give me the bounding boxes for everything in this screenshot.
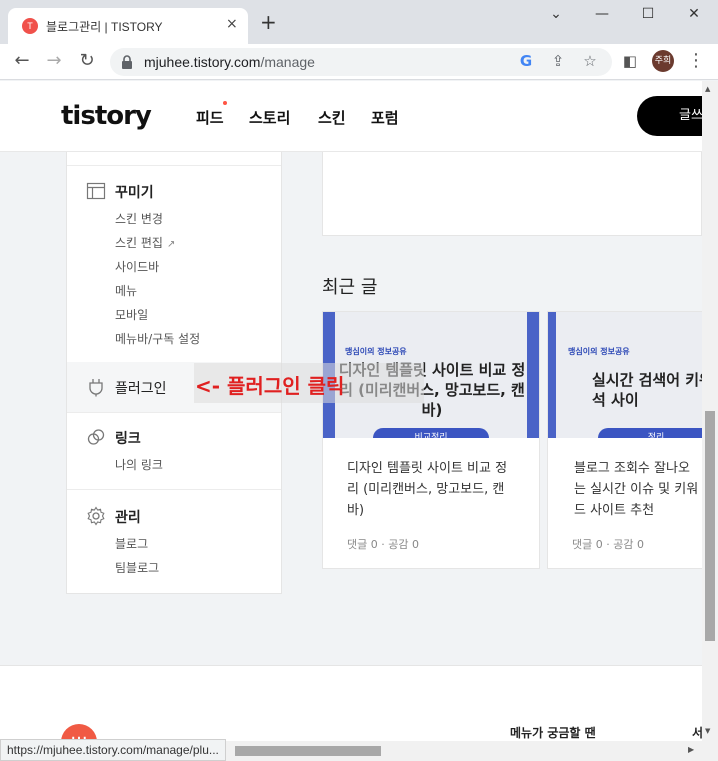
sidebar-divider <box>67 412 281 413</box>
thumbnail-edge <box>527 312 539 438</box>
thumbnail-brand: 맹심이의 정보공유 <box>345 347 407 356</box>
close-window-icon[interactable]: ✕ <box>684 6 704 22</box>
thumbnail-headline: 실시간 검색어 키워드 분석 사이 <box>592 371 702 409</box>
forward-icon[interactable]: → <box>42 50 66 71</box>
sidebar-item-my-link[interactable]: 나의 링크 <box>115 456 163 473</box>
tab-search-icon[interactable]: ⌄ <box>546 6 566 22</box>
nav-feed[interactable]: 피드 <box>196 107 224 128</box>
write-button[interactable]: 글쓰 <box>637 96 702 136</box>
link-status-bubble: https://mjuhee.tistory.com/manage/plu... <box>0 739 226 761</box>
scroll-up-icon[interactable]: ▲ <box>705 85 710 93</box>
tistory-logo[interactable]: tistory <box>61 101 152 131</box>
sidebar-divider <box>67 489 281 490</box>
nav-skin[interactable]: 스킨 <box>318 107 346 128</box>
nav-story[interactable]: 스토리 <box>249 107 290 128</box>
stats-card <box>322 152 702 236</box>
feed-new-dot <box>223 101 227 105</box>
page-footer: ··· 메뉴가 궁금할 땐 서 <box>0 665 702 741</box>
thumbnail-pill: 정리 <box>598 428 702 438</box>
reload-icon[interactable]: ↻ <box>75 50 99 71</box>
browser-tab[interactable]: T 블로그관리 | TISTORY × <box>8 8 248 44</box>
tab-title: 블로그관리 | TISTORY <box>46 20 163 34</box>
url-text: mjuhee.tistory.com/manage <box>144 54 315 70</box>
google-lens-icon[interactable]: G <box>516 52 536 70</box>
post-card[interactable]: 맹심이의 정보공유 실시간 검색어 키워드 분석 사이 정리 블로그 조회수 잘… <box>547 311 702 569</box>
side-panel-icon[interactable]: ◧ <box>618 52 642 70</box>
post-thumbnail: 맹심이의 정보공유 실시간 검색어 키워드 분석 사이 정리 <box>548 312 702 438</box>
lock-icon <box>122 55 132 69</box>
browser-menu-icon[interactable]: ⋮ <box>684 50 708 71</box>
annotation-text: <- 플러그인 클릭 <box>195 374 345 398</box>
browser-tab-strip: T 블로그관리 | TISTORY × + ⌄ — ☐ ✕ <box>0 0 718 44</box>
minimize-icon[interactable]: — <box>592 6 612 22</box>
maximize-icon[interactable]: ☐ <box>638 6 658 22</box>
post-meta: 댓글 0 · 공감 0 <box>347 538 419 551</box>
bookmark-star-icon[interactable]: ☆ <box>580 52 600 70</box>
sidebar-divider <box>67 165 281 166</box>
url-host: mjuhee.tistory.com <box>144 54 261 70</box>
sidebar-item-label: 스킨 편집 <box>115 236 163 250</box>
url-path: /manage <box>260 54 315 70</box>
vertical-scrollbar[interactable]: ▲ ▼ <box>702 81 718 741</box>
sidebar-item-team-blog[interactable]: 팀블로그 <box>115 559 159 576</box>
sidebar-item-skin-edit[interactable]: 스킨 편집 ↗ <box>115 234 175 251</box>
layout-icon <box>86 182 106 200</box>
sidebar-item-skin-change[interactable]: 스킨 변경 <box>115 210 163 227</box>
tab-close-icon[interactable]: × <box>226 16 238 32</box>
plug-icon <box>89 379 103 397</box>
post-title[interactable]: 블로그 조회수 잘나오는 실시간 이슈 및 키워드 사이트 추천 <box>574 458 700 521</box>
share-icon[interactable]: ⇪ <box>548 52 568 70</box>
address-bar[interactable]: mjuhee.tistory.com/manage G ⇪ ☆ <box>110 48 612 76</box>
sidebar-head-plugin: 플러그인 <box>115 381 167 397</box>
sidebar-item-menu[interactable]: 메뉴 <box>115 282 137 299</box>
sidebar-head-decorate[interactable]: 꾸미기 <box>115 182 154 202</box>
tistory-favicon-icon: T <box>22 18 38 34</box>
sidebar-item-blog[interactable]: 블로그 <box>115 535 148 552</box>
nav-forum[interactable]: 포럼 <box>371 107 399 128</box>
sidebar-head-link[interactable]: 링크 <box>115 428 141 448</box>
thumbnail-edge <box>548 312 556 438</box>
external-link-icon: ↗ <box>166 239 176 250</box>
thumbnail-brand: 맹심이의 정보공유 <box>568 347 630 356</box>
sidebar-item-sidebar[interactable]: 사이드바 <box>115 258 159 275</box>
horizontal-scroll-thumb[interactable] <box>235 746 381 756</box>
scroll-right-icon[interactable]: ▶ <box>688 745 694 754</box>
post-meta: 댓글 0 · 공감 0 <box>572 538 644 551</box>
sidebar-item-mobile[interactable]: 모바일 <box>115 306 148 323</box>
new-tab-icon[interactable]: + <box>260 12 277 32</box>
footer-help-heading: 메뉴가 궁금할 땐 <box>510 726 596 740</box>
footer-help-heading-cut: 서 <box>692 726 702 740</box>
browser-toolbar: ← → ↻ mjuhee.tistory.com/manage G ⇪ ☆ ◧ … <box>0 44 718 80</box>
vertical-scroll-thumb[interactable] <box>705 411 715 641</box>
scroll-down-icon[interactable]: ▼ <box>705 727 710 735</box>
gear-icon <box>87 506 105 526</box>
sidebar-head-manage[interactable]: 관리 <box>115 507 141 527</box>
page-viewport: tistory 피드 스토리 스킨 포럼 글쓰 꾸미기 스킨 변경 스킨 편집 ↗… <box>0 81 702 741</box>
post-card[interactable]: 맹심이의 정보공유 디자인 템플릿 사이트 비교 정리 (미리캔버스, 망고보드… <box>322 311 540 569</box>
thumbnail-pill: 비교정리 <box>373 428 489 438</box>
link-icon <box>87 429 105 445</box>
sidebar-item-menubar-subscribe[interactable]: 메뉴바/구독 설정 <box>115 330 200 347</box>
post-title[interactable]: 디자인 템플릿 사이트 비교 정리 (미리캔버스, 망고보드, 캔바) <box>347 458 517 521</box>
recent-posts-title: 최근 글 <box>322 277 378 298</box>
back-icon[interactable]: ← <box>10 50 34 71</box>
site-header: tistory 피드 스토리 스킨 포럼 글쓰 <box>0 81 702 152</box>
profile-avatar[interactable]: 주희 <box>652 50 674 72</box>
